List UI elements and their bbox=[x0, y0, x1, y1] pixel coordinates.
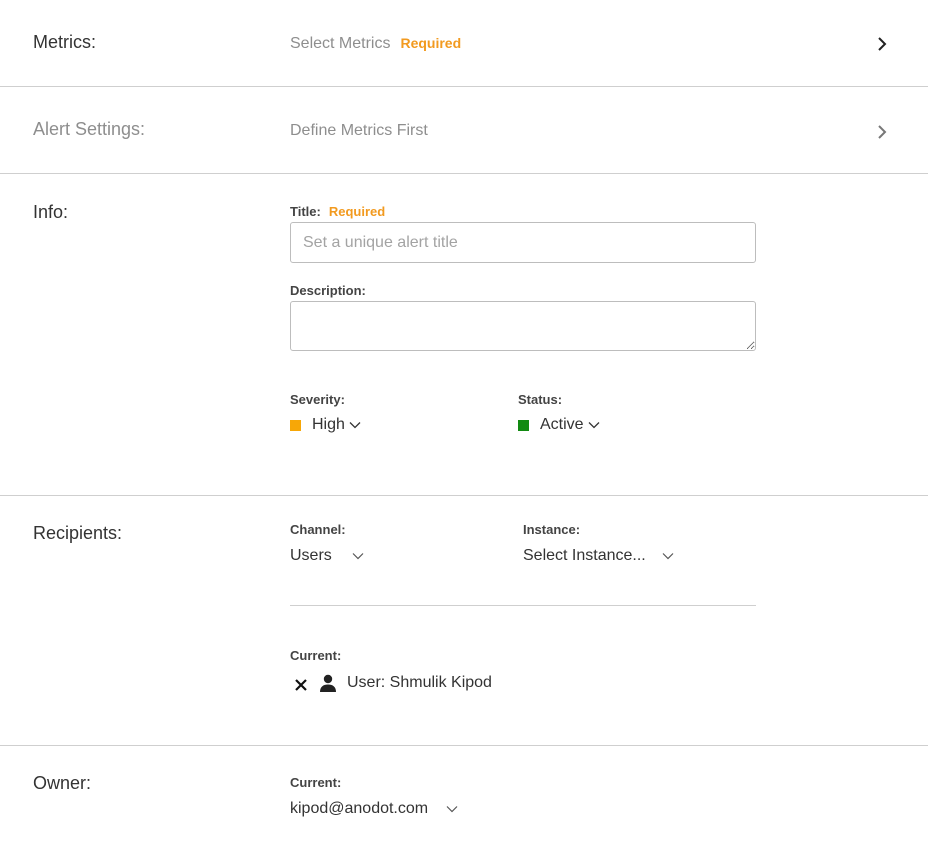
title-input[interactable] bbox=[290, 222, 756, 263]
user-icon bbox=[320, 674, 336, 692]
recipient-text: User: Shmulik Kipod bbox=[347, 674, 492, 691]
title-required-badge: Required bbox=[328, 204, 386, 219]
chevron-down-icon bbox=[588, 422, 600, 429]
info-section: Info: Title: Required Description: Severi… bbox=[0, 174, 928, 496]
info-label: Info: bbox=[33, 202, 69, 222]
channel-field-label: Channel: bbox=[290, 522, 346, 537]
chevron-down-icon bbox=[352, 553, 364, 560]
channel-value: Users bbox=[290, 547, 332, 564]
owner-current-label: Current: bbox=[290, 775, 342, 790]
status-field-label: Status: bbox=[518, 392, 563, 407]
metrics-section[interactable]: Metrics: Select Metrics Required bbox=[0, 0, 928, 87]
chevron-down-icon bbox=[349, 422, 361, 429]
severity-dropdown[interactable]: High bbox=[290, 416, 361, 434]
instance-dropdown[interactable]: Select Instance... bbox=[523, 547, 674, 565]
chevron-right-icon[interactable] bbox=[875, 125, 889, 139]
instance-value: Select Instance... bbox=[523, 547, 646, 564]
alert-settings-label: Alert Settings: bbox=[33, 119, 146, 139]
severity-field-label: Severity: bbox=[290, 392, 345, 407]
recipient-item: User: Shmulik Kipod bbox=[294, 674, 492, 692]
status-value: Active bbox=[540, 416, 584, 433]
metrics-summary: Select Metrics Required bbox=[290, 35, 461, 53]
description-field-label: Description: bbox=[290, 283, 366, 298]
metrics-required-badge: Required bbox=[400, 35, 462, 51]
channel-dropdown[interactable]: Users bbox=[290, 547, 364, 565]
recipients-section: Recipients: Channel: Users Instance: Sel… bbox=[0, 496, 928, 746]
recipients-label: Recipients: bbox=[33, 523, 123, 543]
alert-settings-summary: Define Metrics First bbox=[290, 122, 428, 139]
instance-field-label: Instance: bbox=[523, 522, 581, 537]
chevron-right-icon[interactable] bbox=[875, 37, 889, 51]
remove-recipient-icon[interactable] bbox=[294, 678, 308, 692]
description-textarea[interactable] bbox=[290, 301, 756, 351]
owner-section: Owner: Current: kipod@anodot.com bbox=[0, 746, 928, 847]
chevron-down-icon bbox=[662, 553, 674, 560]
status-color-swatch bbox=[518, 419, 529, 431]
title-label-text: Title: bbox=[290, 204, 321, 219]
metrics-summary-text: Select Metrics bbox=[290, 35, 391, 52]
owner-dropdown[interactable]: kipod@anodot.com bbox=[290, 800, 458, 818]
title-field-label: Title: Required bbox=[290, 204, 385, 219]
alert-settings-section[interactable]: Alert Settings: Define Metrics First bbox=[0, 87, 928, 174]
metrics-label: Metrics: bbox=[33, 32, 96, 52]
recipients-current-label: Current: bbox=[290, 648, 342, 663]
recipients-divider bbox=[290, 605, 756, 606]
owner-label: Owner: bbox=[33, 773, 92, 793]
status-dropdown[interactable]: Active bbox=[518, 416, 600, 434]
chevron-down-icon bbox=[446, 806, 458, 813]
severity-value: High bbox=[312, 416, 345, 433]
severity-color-swatch bbox=[290, 419, 301, 431]
owner-value: kipod@anodot.com bbox=[290, 800, 429, 817]
